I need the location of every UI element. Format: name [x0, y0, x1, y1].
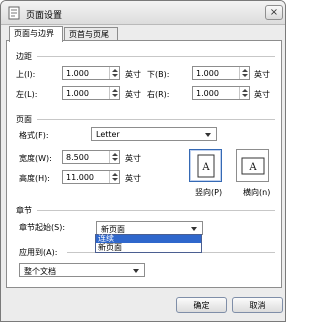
height-value: 11.000	[66, 173, 94, 182]
cancel-button[interactable]: 取消	[232, 297, 283, 313]
right-margin-unit: 英寸	[254, 90, 270, 99]
height-spinner[interactable]: 11.000	[62, 170, 120, 184]
right-margin-stepper[interactable]	[239, 87, 249, 99]
chevron-down-icon	[205, 133, 211, 137]
height-stepper[interactable]	[109, 171, 119, 183]
section-start-dropdown: 连续 新页面	[95, 234, 202, 253]
window-title: 页面设置	[26, 11, 63, 21]
section-separator	[37, 210, 275, 211]
top-margin-unit: 英寸	[125, 70, 141, 79]
right-margin-value: 1.000	[196, 89, 219, 98]
format-value: Letter	[96, 130, 120, 139]
portrait-icon-letter: A	[201, 162, 210, 173]
bottom-margin-label: 下(B):	[147, 70, 170, 79]
margins-separator	[37, 56, 275, 57]
section-start-label: 章节起始(S):	[19, 223, 66, 232]
margins-heading: 边距	[16, 51, 32, 62]
section-start-combo[interactable]: 新页面	[96, 221, 203, 235]
bottom-margin-spinner[interactable]: 1.000	[192, 66, 250, 80]
left-margin-spinner[interactable]: 1.000	[62, 86, 120, 100]
left-margin-label: 左(L):	[16, 90, 38, 99]
page-setup-dialog: 页面设置 × 页面与边界 页首与页尾 边距 上(I): 1.000 英寸 下(B…	[0, 0, 286, 322]
width-stepper[interactable]	[109, 151, 119, 163]
width-spinner[interactable]: 8.500	[62, 150, 120, 164]
height-unit: 英寸	[125, 174, 141, 183]
left-margin-unit: 英寸	[125, 90, 141, 99]
portrait-label: 竖向(P)	[195, 188, 223, 197]
width-unit: 英寸	[125, 154, 141, 163]
format-label: 格式(F):	[19, 131, 49, 140]
dropdown-option-new-page[interactable]: 新页面	[96, 244, 201, 252]
portrait-page-icon: A	[197, 154, 214, 177]
chevron-down-icon	[191, 227, 197, 231]
format-combo[interactable]: Letter	[91, 127, 217, 141]
page-setup-icon	[7, 6, 21, 20]
bottom-margin-value: 1.000	[196, 69, 219, 78]
section-heading: 章节	[16, 205, 32, 216]
page-separator	[37, 119, 275, 120]
dropdown-option-continuous[interactable]: 连续	[96, 235, 201, 243]
ok-button[interactable]: 确定	[176, 297, 227, 313]
top-margin-spinner[interactable]: 1.000	[62, 66, 120, 80]
page-heading: 页面	[16, 114, 32, 125]
height-label: 高度(H):	[19, 174, 50, 183]
bottom-margin-unit: 英寸	[254, 70, 270, 79]
right-margin-label: 右(R):	[147, 90, 170, 99]
apply-to-label: 应用到(A):	[19, 248, 58, 257]
portrait-option[interactable]: A	[189, 149, 222, 182]
left-margin-stepper[interactable]	[109, 87, 119, 99]
close-button[interactable]: ×	[265, 5, 283, 20]
bottom-margin-stepper[interactable]	[239, 67, 249, 79]
top-margin-value: 1.000	[66, 69, 89, 78]
right-margin-spinner[interactable]: 1.000	[192, 86, 250, 100]
apply-to-combo[interactable]: 整个文档	[19, 263, 145, 277]
width-value: 8.500	[66, 153, 89, 162]
title-bar: 页面设置 ×	[1, 1, 285, 25]
tab-page-margins[interactable]: 页面与边界	[9, 26, 63, 42]
landscape-icon-letter: A	[248, 162, 257, 173]
top-margin-stepper[interactable]	[109, 67, 119, 79]
landscape-label: 横向(n)	[243, 188, 271, 197]
top-margin-label: 上(I):	[16, 70, 36, 79]
chevron-down-icon	[133, 269, 139, 273]
landscape-option[interactable]: A	[236, 149, 269, 182]
width-label: 宽度(W):	[19, 154, 52, 163]
left-margin-value: 1.000	[66, 89, 89, 98]
landscape-page-icon: A	[241, 157, 264, 174]
apply-to-value: 整个文档	[24, 267, 56, 276]
